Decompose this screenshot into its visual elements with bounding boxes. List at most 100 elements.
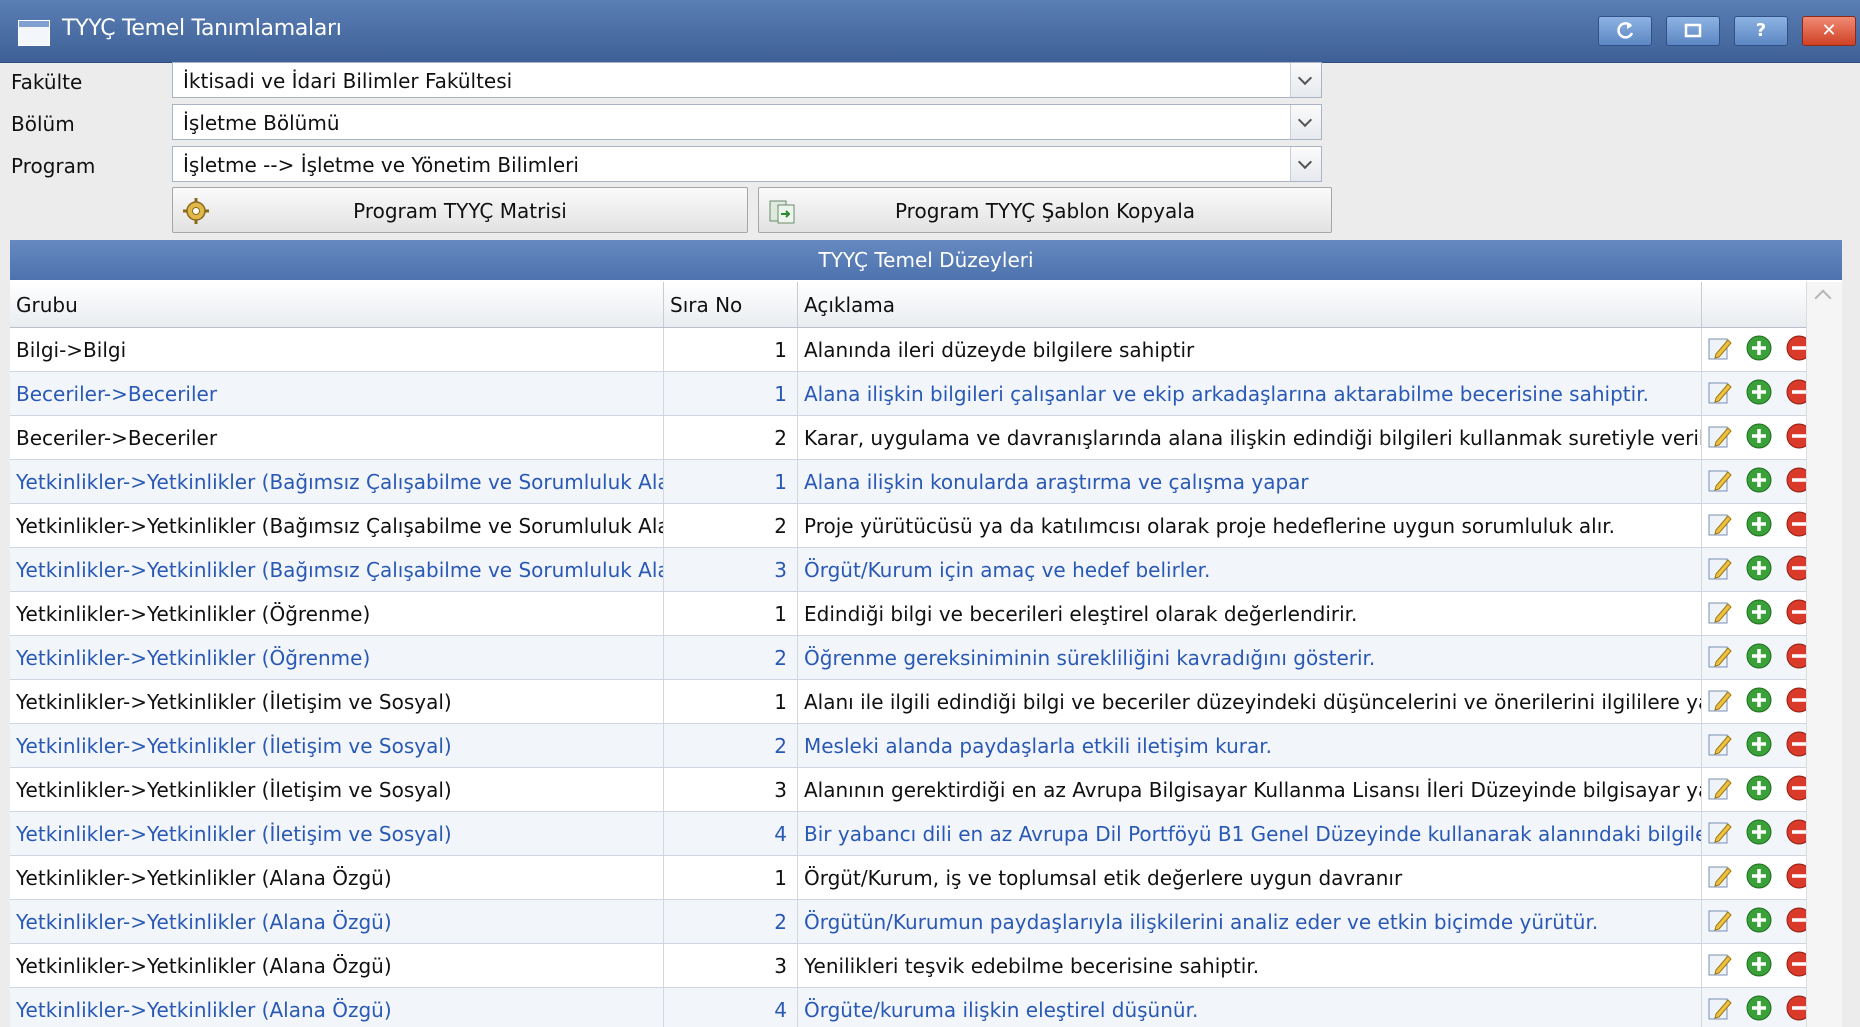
copy-template-button[interactable]: Program TYYÇ Şablon Kopyala — [758, 187, 1332, 233]
chevron-down-icon[interactable] — [1290, 63, 1321, 97]
table-row[interactable]: Yetkinlikler->Yetkinlikler (Alana Özgü) … — [10, 988, 1812, 1027]
edit-icon[interactable] — [1706, 554, 1734, 582]
column-header-order[interactable]: Sıra No — [664, 282, 798, 327]
order-cell: 3 — [664, 768, 798, 811]
add-icon[interactable] — [1745, 510, 1773, 538]
vertical-scrollbar[interactable] — [1806, 282, 1842, 1027]
refresh-button[interactable] — [1598, 16, 1652, 46]
add-icon[interactable] — [1745, 598, 1773, 626]
edit-icon[interactable] — [1706, 598, 1734, 626]
group-cell: Yetkinlikler->Yetkinlikler (Bağımsız Çal… — [10, 460, 664, 503]
order-cell: 1 — [664, 328, 798, 371]
table-row[interactable]: Yetkinlikler->Yetkinlikler (Bağımsız Çal… — [10, 548, 1812, 592]
order-cell: 1 — [664, 372, 798, 415]
help-button[interactable]: ? — [1734, 16, 1788, 46]
add-icon[interactable] — [1745, 818, 1773, 846]
faculty-row: Fakülte İktisadi ve İdari Bilimler Fakül… — [0, 62, 1330, 98]
table-row[interactable]: Yetkinlikler->Yetkinlikler (Öğrenme) 2 Ö… — [10, 636, 1812, 680]
add-icon[interactable] — [1745, 994, 1773, 1022]
table-row[interactable]: Yetkinlikler->Yetkinlikler (İletişim ve … — [10, 724, 1812, 768]
add-icon[interactable] — [1745, 422, 1773, 450]
column-header-description[interactable]: Açıklama — [798, 282, 1702, 327]
edit-icon[interactable] — [1706, 510, 1734, 538]
table-row[interactable]: Yetkinlikler->Yetkinlikler (Alana Özgü) … — [10, 900, 1812, 944]
description-cell: Yenilikleri teşvik edebilme becerisine s… — [798, 944, 1702, 987]
table-row[interactable]: Yetkinlikler->Yetkinlikler (Alana Özgü) … — [10, 856, 1812, 900]
order-cell: 2 — [664, 504, 798, 547]
grid-caption: TYYÇ Temel Düzeyleri — [10, 240, 1842, 280]
edit-icon[interactable] — [1706, 378, 1734, 406]
chevron-down-icon[interactable] — [1290, 147, 1321, 181]
department-label: Bölüm — [11, 112, 75, 136]
row-actions — [1702, 416, 1812, 459]
row-actions — [1702, 724, 1812, 767]
edit-icon[interactable] — [1706, 950, 1734, 978]
table-row[interactable]: Yetkinlikler->Yetkinlikler (Bağımsız Çal… — [10, 504, 1812, 548]
group-cell: Beceriler->Beceriler — [10, 416, 664, 459]
help-icon: ? — [1755, 20, 1767, 41]
order-cell: 2 — [664, 724, 798, 767]
title-bar: TYYÇ Temel Tanımlamaları ? ✕ — [0, 0, 1860, 63]
row-actions — [1702, 636, 1812, 679]
order-cell: 2 — [664, 636, 798, 679]
edit-icon[interactable] — [1706, 774, 1734, 802]
edit-icon[interactable] — [1706, 642, 1734, 670]
row-actions — [1702, 592, 1812, 635]
program-select[interactable]: İşletme --> İşletme ve Yönetim Bilimleri — [172, 146, 1322, 182]
edit-icon[interactable] — [1706, 994, 1734, 1022]
row-actions — [1702, 328, 1812, 371]
add-icon[interactable] — [1745, 906, 1773, 934]
edit-icon[interactable] — [1706, 334, 1734, 362]
table-row[interactable]: Bilgi->Bilgi 1 Alanında ileri düzeyde bi… — [10, 328, 1812, 372]
table-row[interactable]: Yetkinlikler->Yetkinlikler (Alana Özgü) … — [10, 944, 1812, 988]
add-icon[interactable] — [1745, 378, 1773, 406]
table-row[interactable]: Yetkinlikler->Yetkinlikler (Öğrenme) 1 E… — [10, 592, 1812, 636]
scroll-up-icon[interactable] — [1814, 289, 1832, 307]
close-button[interactable]: ✕ — [1802, 16, 1856, 46]
add-icon[interactable] — [1745, 334, 1773, 362]
row-actions — [1702, 504, 1812, 547]
table-row[interactable]: Beceriler->Beceriler 1 Alana ilişkin bil… — [10, 372, 1812, 416]
row-actions — [1702, 548, 1812, 591]
add-icon[interactable] — [1745, 774, 1773, 802]
table-row[interactable]: Yetkinlikler->Yetkinlikler (İletişim ve … — [10, 812, 1812, 856]
edit-icon[interactable] — [1706, 686, 1734, 714]
table-row[interactable]: Yetkinlikler->Yetkinlikler (İletişim ve … — [10, 680, 1812, 724]
faculty-select[interactable]: İktisadi ve İdari Bilimler Fakültesi — [172, 62, 1322, 98]
department-select[interactable]: İşletme Bölümü — [172, 104, 1322, 140]
edit-icon[interactable] — [1706, 422, 1734, 450]
group-cell: Yetkinlikler->Yetkinlikler (Öğrenme) — [10, 592, 664, 635]
description-cell: Karar, uygulama ve davranışlarında alana… — [798, 416, 1702, 459]
column-header-group[interactable]: Grubu — [10, 282, 664, 327]
edit-icon[interactable] — [1706, 906, 1734, 934]
chevron-down-icon[interactable] — [1290, 105, 1321, 139]
row-actions — [1702, 768, 1812, 811]
close-icon: ✕ — [1821, 20, 1837, 41]
add-icon[interactable] — [1745, 950, 1773, 978]
restore-icon — [1684, 23, 1702, 38]
row-actions — [1702, 372, 1812, 415]
edit-icon[interactable] — [1706, 466, 1734, 494]
description-cell: Alana ilişkin bilgileri çalışanlar ve ek… — [798, 372, 1702, 415]
row-actions — [1702, 460, 1812, 503]
table-row[interactable]: Yetkinlikler->Yetkinlikler (Bağımsız Çal… — [10, 460, 1812, 504]
add-icon[interactable] — [1745, 686, 1773, 714]
add-icon[interactable] — [1745, 554, 1773, 582]
edit-icon[interactable] — [1706, 818, 1734, 846]
add-icon[interactable] — [1745, 466, 1773, 494]
edit-icon[interactable] — [1706, 730, 1734, 758]
column-header-actions — [1702, 282, 1806, 327]
order-cell: 1 — [664, 680, 798, 723]
add-icon[interactable] — [1745, 730, 1773, 758]
program-matrix-label: Program TYYÇ Matrisi — [353, 199, 567, 223]
add-icon[interactable] — [1745, 642, 1773, 670]
row-actions — [1702, 900, 1812, 943]
program-matrix-button[interactable]: Program TYYÇ Matrisi — [172, 187, 748, 233]
edit-icon[interactable] — [1706, 862, 1734, 890]
table-row[interactable]: Beceriler->Beceriler 2 Karar, uygulama v… — [10, 416, 1812, 460]
add-icon[interactable] — [1745, 862, 1773, 890]
group-cell: Yetkinlikler->Yetkinlikler (Bağımsız Çal… — [10, 548, 664, 591]
table-row[interactable]: Yetkinlikler->Yetkinlikler (İletişim ve … — [10, 768, 1812, 812]
restore-button[interactable] — [1666, 16, 1720, 46]
order-cell: 1 — [664, 856, 798, 899]
